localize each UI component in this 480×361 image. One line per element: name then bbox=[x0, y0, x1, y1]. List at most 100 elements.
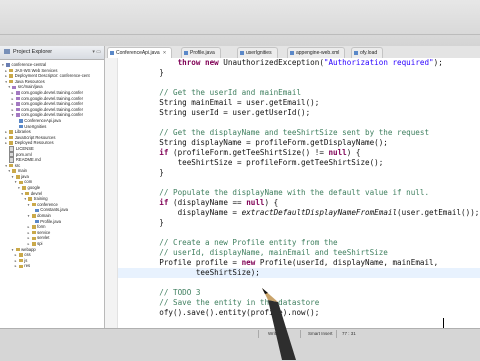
editor-tab-label: appengine-web.xml bbox=[296, 50, 340, 56]
java-file-icon bbox=[354, 51, 358, 55]
project-explorer-header: Project Explorer ▾ ▭ bbox=[0, 46, 104, 60]
folder-icon bbox=[9, 163, 14, 168]
tree-item-label: src bbox=[14, 162, 21, 168]
code-line: if (displayName == null) { bbox=[159, 198, 279, 207]
status-separator bbox=[336, 330, 337, 338]
tree-item-label: Profile.java bbox=[40, 218, 62, 224]
folder-icon bbox=[31, 230, 36, 235]
folder-icon bbox=[31, 225, 36, 229]
code-comment-line: // Get the displayName and teeShirtSize … bbox=[141, 128, 430, 137]
java-file-icon bbox=[184, 51, 188, 55]
string-literal: "Authorization required" bbox=[323, 58, 434, 67]
toolbar-divider bbox=[0, 34, 480, 35]
tree-item-label: com.google.devrel.training.confer bbox=[21, 95, 84, 101]
folder-icon bbox=[9, 141, 14, 145]
java-keyword: null bbox=[246, 198, 265, 207]
project-icon bbox=[6, 63, 10, 67]
tree-item-label: res bbox=[24, 263, 31, 269]
code-comment-line: // Get the userId and mainEmail bbox=[141, 88, 302, 97]
folder-icon bbox=[9, 68, 14, 73]
tree-item-label: training bbox=[33, 196, 48, 202]
java-keyword: if bbox=[159, 198, 169, 207]
code-line: displayName = extractDefaultDisplayNameF… bbox=[141, 208, 480, 217]
code-line: teeShirtSize = profileForm.getTeeShirtSi… bbox=[141, 158, 384, 167]
code-line: String userId = user.getUserId(); bbox=[141, 108, 311, 117]
tree-item-label: JAX-WS Web Services bbox=[14, 67, 58, 73]
java-file-icon bbox=[34, 208, 39, 213]
code-comment-line: // Create a new Profile entity from the bbox=[141, 238, 338, 247]
folder-icon bbox=[15, 175, 20, 179]
tree-item-label: spi bbox=[37, 241, 43, 246]
code-line: } bbox=[141, 168, 164, 177]
editor-tab[interactable]: ConferenceApi.java ✕ bbox=[107, 47, 173, 58]
tree-item-label: Java Resources bbox=[14, 78, 45, 84]
editor-tab-label: userIgnities bbox=[246, 50, 272, 56]
code-line: } bbox=[141, 218, 164, 227]
editor-gutter bbox=[105, 58, 118, 328]
java-file-icon bbox=[110, 51, 114, 55]
tree-item-label: java bbox=[21, 173, 29, 179]
tree-item-label: Deployed Resources bbox=[14, 140, 54, 146]
code-line: } bbox=[141, 68, 164, 77]
tree-item-label: devrel bbox=[30, 190, 43, 196]
tree-item-label: pom.xml bbox=[15, 151, 32, 157]
editor-tab[interactable]: Profile.java bbox=[181, 47, 221, 58]
tree-item-label: com.google.devrel.training.confer bbox=[21, 89, 84, 95]
tree-item-label: conference-central bbox=[11, 62, 47, 67]
tree-item-label: google bbox=[27, 185, 41, 191]
code-comment-line: // userId, displayName, mainEmail and te… bbox=[141, 248, 388, 257]
editor-tab[interactable]: ofy.load bbox=[351, 47, 384, 58]
project-tree: ▾ conference-central ▸ JAX-WS Web Services ▸… bbox=[0, 60, 104, 269]
code-line: Profile profile = new Profile(userId, di… bbox=[141, 258, 439, 267]
view-controls-icon[interactable]: ▾ ▭ bbox=[92, 46, 101, 59]
editor-tab-label: ConferenceApi.java bbox=[116, 50, 160, 56]
editor-tab[interactable]: userIgnities bbox=[237, 47, 278, 58]
editor-tab[interactable]: appengine-web.xml bbox=[287, 47, 346, 58]
folder-icon bbox=[18, 180, 23, 185]
package-icon bbox=[15, 107, 20, 112]
code-line: if (profileForm.getTeeShirtSize() != nul… bbox=[159, 148, 361, 157]
code-comment-line: // TODO 3 bbox=[141, 288, 201, 297]
tree-item-label: webapp bbox=[21, 246, 36, 252]
status-separator bbox=[258, 330, 259, 338]
writable-status: Writable bbox=[268, 331, 285, 336]
folder-icon bbox=[31, 242, 36, 246]
tree-item-label: ConferenceApi.java bbox=[24, 117, 61, 123]
java-file-icon bbox=[240, 51, 244, 55]
java-keyword: new bbox=[241, 258, 256, 267]
folder-icon bbox=[9, 74, 14, 78]
tree-item-label: Deployment Descriptor: conference-cent bbox=[14, 73, 90, 79]
tree-item-label: com.google.devrel.training.confer bbox=[21, 106, 84, 112]
close-icon[interactable]: ✕ bbox=[163, 50, 167, 55]
tree-item-label: src/main/java bbox=[17, 84, 43, 90]
tree-item-label: js bbox=[24, 257, 28, 263]
folder-icon bbox=[31, 202, 36, 207]
folder-icon bbox=[31, 236, 36, 241]
tree-item-label: main bbox=[17, 168, 27, 174]
java-keyword: if bbox=[159, 148, 169, 157]
status-separator bbox=[300, 330, 301, 338]
project-explorer-title: Project Explorer bbox=[13, 49, 53, 55]
folder-icon bbox=[9, 135, 14, 140]
tree-item-label: servlet bbox=[37, 235, 50, 241]
project-explorer-panel: Project Explorer ▾ ▭ ▾ conference-central… bbox=[0, 46, 105, 328]
tree-item-label: domain bbox=[37, 213, 51, 219]
cursor-position-status: 77 : 31 bbox=[342, 331, 356, 336]
tree-item-label: com bbox=[24, 179, 33, 185]
code-line: ofy().save().entity(profile).now(); bbox=[141, 308, 320, 317]
tree-item[interactable]: ▸ res bbox=[0, 263, 104, 269]
text-caret bbox=[443, 318, 444, 328]
folder-icon bbox=[18, 253, 23, 257]
insert-mode-status: Smart Insert bbox=[308, 331, 333, 336]
tree-item-label: LICENSE bbox=[15, 145, 34, 151]
code-editor[interactable]: throw new UnauthorizedException("Authori… bbox=[105, 58, 480, 328]
tree-item-label: service bbox=[37, 229, 51, 235]
tree-item-label: Constants.java bbox=[40, 207, 68, 213]
main-toolbar bbox=[0, 0, 480, 46]
folder-icon bbox=[18, 258, 23, 263]
folder-icon bbox=[9, 130, 14, 134]
folder-icon bbox=[18, 264, 23, 269]
editor-tab-label: ofy.load bbox=[360, 50, 378, 56]
package-icon bbox=[12, 85, 17, 90]
java-file-icon bbox=[18, 124, 23, 129]
